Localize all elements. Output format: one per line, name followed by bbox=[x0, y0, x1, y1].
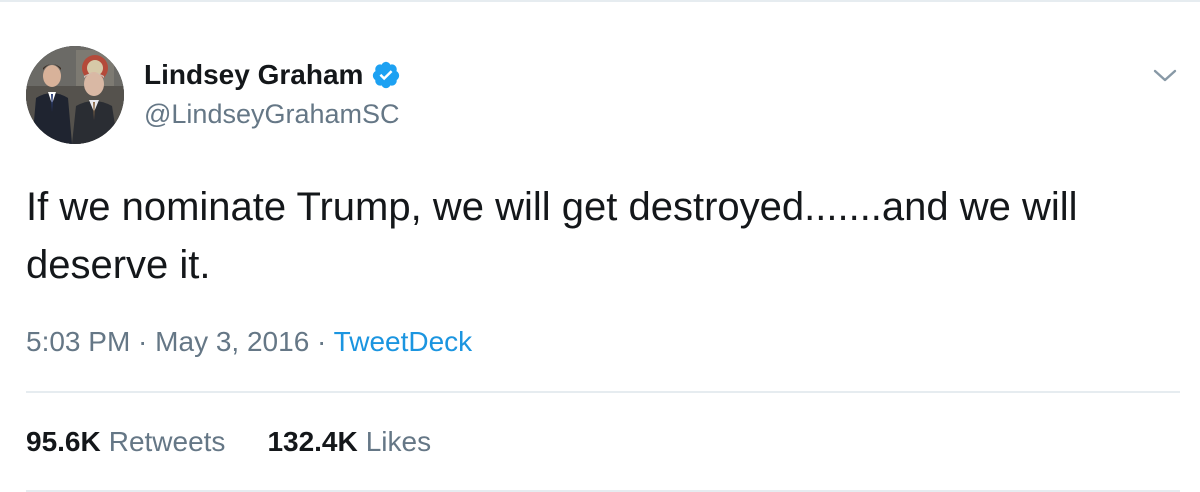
profile-photo-icon bbox=[26, 46, 124, 144]
author-display-name[interactable]: Lindsey Graham bbox=[144, 59, 363, 91]
likes-stat[interactable]: 132.4K Likes bbox=[267, 426, 431, 458]
tweet-text: If we nominate Trump, we will get destro… bbox=[26, 185, 1078, 287]
tweet-source-link[interactable]: TweetDeck bbox=[334, 326, 473, 357]
meta-separator: · bbox=[130, 326, 156, 357]
tweet-card: Lindsey Graham @LindseyGrahamSC If we no… bbox=[0, 0, 1200, 492]
meta-separator: · bbox=[309, 326, 334, 357]
tweet-stats: 95.6K Retweets 132.4K Likes bbox=[26, 426, 473, 458]
likes-label: Likes bbox=[365, 426, 432, 457]
tweet-metadata: 5:03 PM · May 3, 2016 · TweetDeck bbox=[26, 326, 472, 358]
chevron-down-icon[interactable] bbox=[1150, 60, 1180, 90]
retweets-count: 95.6K bbox=[26, 426, 101, 457]
retweets-label: Retweets bbox=[108, 426, 226, 457]
likes-count: 132.4K bbox=[267, 426, 358, 457]
author-name-row[interactable]: Lindsey Graham bbox=[144, 58, 401, 92]
tweet-time[interactable]: 5:03 PM bbox=[26, 326, 130, 357]
avatar[interactable] bbox=[26, 46, 124, 144]
author-handle[interactable]: @LindseyGrahamSC bbox=[144, 99, 400, 130]
divider bbox=[26, 391, 1180, 393]
verified-badge-icon bbox=[371, 60, 401, 90]
retweets-stat[interactable]: 95.6K Retweets bbox=[26, 426, 225, 458]
tweet-date[interactable]: May 3, 2016 bbox=[155, 326, 309, 357]
